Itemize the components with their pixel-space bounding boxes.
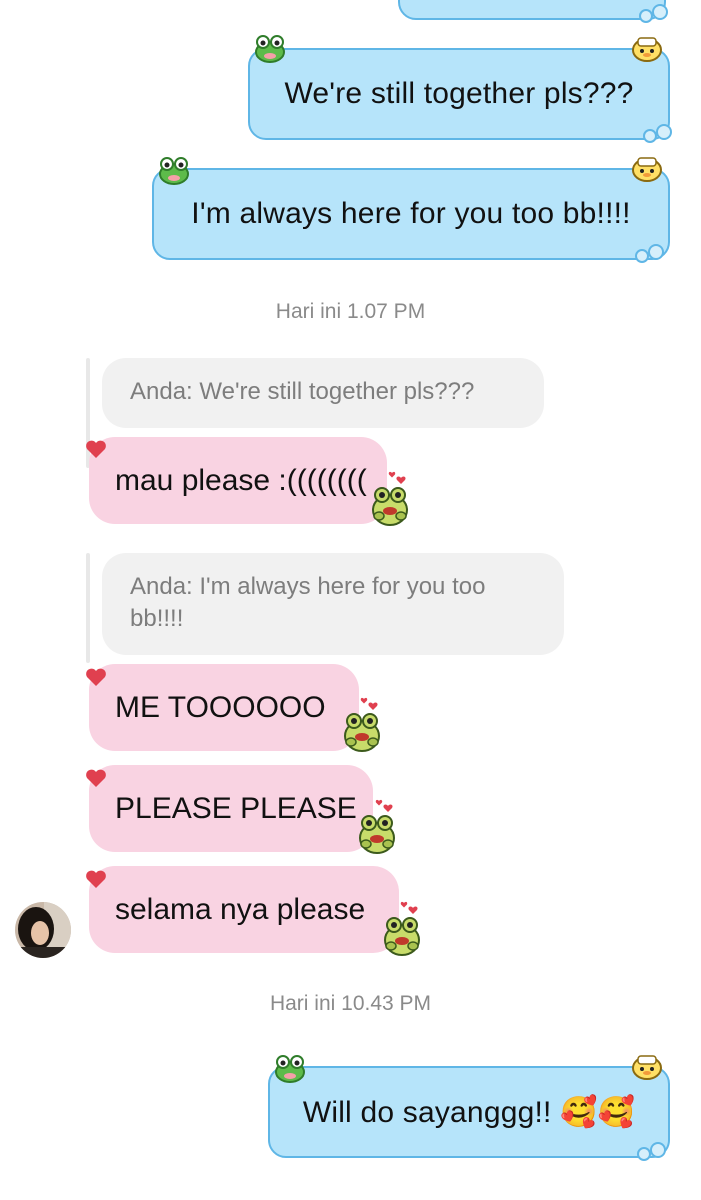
reply-quote-text: Anda: I'm always here for you too bb!!!! [130, 573, 486, 632]
message-text: I'm always here for you too bb!!!! [191, 197, 631, 230]
reply-quote-text: Anda: We're still together pls??? [130, 378, 475, 405]
timestamp: Hari ini 1.07 PM [275, 300, 426, 323]
reply-quote[interactable]: Anda: We're still together pls??? [102, 358, 544, 428]
frog-sticker-icon [344, 697, 380, 752]
duck-sticker-icon [632, 157, 662, 182]
message-bubble-incoming[interactable]: ME TOOOOOO [89, 664, 359, 751]
message-bubble-incoming[interactable]: mau please :(((((((( [89, 437, 387, 524]
message-text: We're still together pls??? [284, 77, 634, 110]
duck-sticker-icon [632, 1055, 662, 1080]
duck-sticker-icon [632, 37, 662, 62]
message-text: mau please :(((((((( [115, 463, 367, 497]
message-bubble-incoming[interactable]: PLEASE PLEASE [89, 765, 373, 852]
timestamp: Hari ini 10.43 PM [269, 992, 432, 1015]
bubble-decoration-icon [643, 124, 672, 143]
bubble-decoration-icon [635, 244, 664, 263]
message-text: Will do sayanggg!! 🥰🥰 [302, 1095, 636, 1129]
reply-quote[interactable]: Anda: I'm always here for you too bb!!!! [102, 553, 564, 655]
bubble-decoration-icon [637, 1142, 666, 1161]
heart-icon [86, 870, 106, 888]
message-text: selama nya please [115, 892, 366, 926]
avatar[interactable] [14, 901, 72, 959]
frog-sticker-icon [255, 35, 285, 63]
heart-icon [86, 668, 106, 686]
message-bubble-outgoing[interactable]: Will do sayanggg!! 🥰🥰 [268, 1066, 670, 1158]
message-text: PLEASE PLEASE [115, 791, 357, 825]
heart-icon [86, 440, 106, 458]
bubble-decoration-icon [639, 4, 668, 23]
frog-sticker-icon [275, 1055, 305, 1083]
message-bubble-incoming[interactable]: selama nya please [89, 866, 399, 953]
frog-sticker-icon [359, 799, 395, 854]
message-text: ME TOOOOOO [115, 690, 326, 724]
frog-sticker-icon [159, 157, 189, 185]
frog-sticker-icon [384, 901, 420, 956]
frog-sticker-icon [372, 471, 408, 526]
message-bubble-outgoing[interactable]: I'm always here for you too bb!!!! [152, 168, 670, 260]
reply-quote-bar [86, 553, 90, 663]
message-bubble-partial[interactable] [398, 0, 666, 20]
message-bubble-outgoing[interactable]: We're still together pls??? [248, 48, 670, 140]
heart-icon [86, 769, 106, 787]
